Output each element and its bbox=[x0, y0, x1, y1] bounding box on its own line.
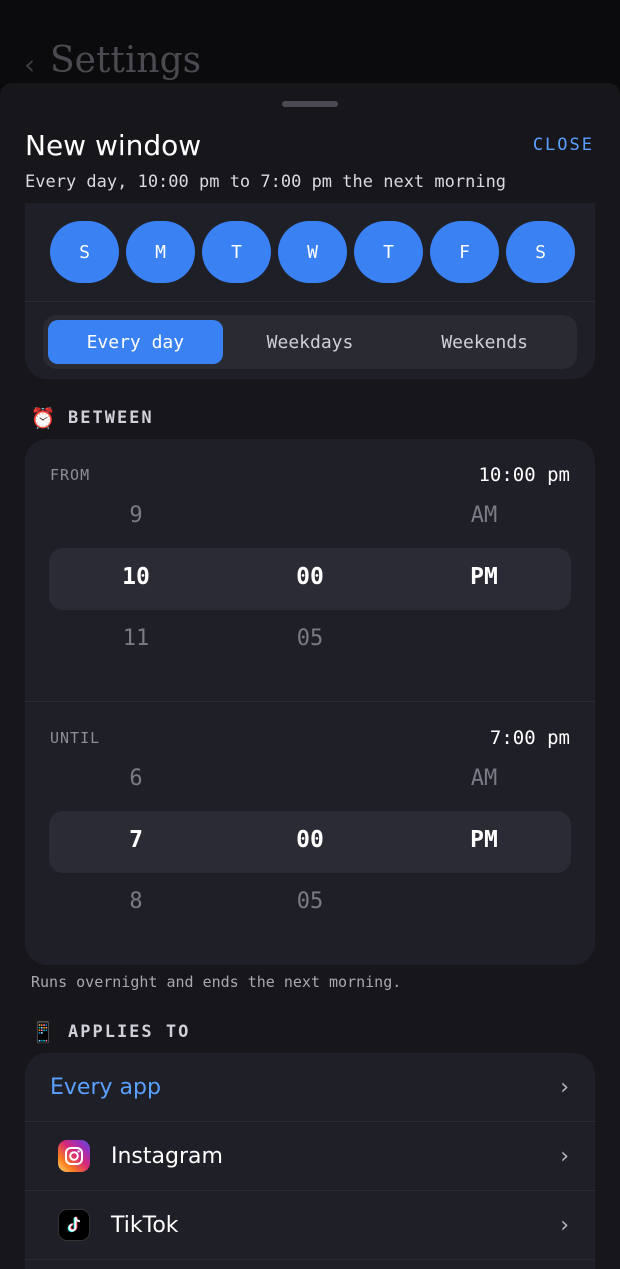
instagram-icon bbox=[58, 1140, 90, 1172]
preset-weekends[interactable]: Weekends bbox=[397, 320, 572, 364]
chevron-right-icon: › bbox=[560, 1212, 569, 1238]
every-app-label: Every app bbox=[50, 1074, 161, 1100]
days-card: S M T W T F S Every day Weekdays Weekend… bbox=[25, 203, 595, 379]
schedule-summary: Every day, 10:00 pm to 7:00 pm the next … bbox=[25, 172, 507, 192]
apps-card: Every app › Instagram › TikTok › bbox=[25, 1053, 595, 1269]
until-value: 7:00 pm bbox=[489, 727, 570, 749]
tiktok-icon bbox=[58, 1209, 90, 1241]
from-ampm-selected[interactable]: PM bbox=[424, 564, 544, 590]
background-screen: ‹ Settings bbox=[0, 0, 620, 90]
new-window-sheet: New window CLOSE Every day, 10:00 pm to … bbox=[0, 83, 620, 1269]
back-chevron-icon: ‹ bbox=[24, 48, 36, 81]
until-ampm-above[interactable]: AM bbox=[424, 766, 544, 791]
until-label: UNTIL bbox=[50, 729, 101, 747]
overnight-note: Runs overnight and ends the next morning… bbox=[31, 973, 402, 991]
from-minute-below[interactable]: 05 bbox=[250, 626, 370, 651]
day-toggle-wednesday[interactable]: W bbox=[278, 221, 347, 283]
applies-to-label: APPLIES TO bbox=[68, 1022, 191, 1042]
between-section-header: ⏰ BETWEEN bbox=[30, 406, 154, 430]
preset-segmented-control: Every day Weekdays Weekends bbox=[43, 315, 577, 369]
divider bbox=[25, 301, 595, 302]
day-selector: S M T W T F S bbox=[50, 221, 575, 283]
chevron-right-icon: › bbox=[560, 1074, 569, 1100]
preset-every-day[interactable]: Every day bbox=[48, 320, 223, 364]
until-hour-above[interactable]: 6 bbox=[76, 766, 196, 791]
sheet-title: New window bbox=[25, 129, 202, 162]
alarm-clock-icon: ⏰ bbox=[30, 406, 56, 430]
from-minute-selected[interactable]: 00 bbox=[250, 564, 370, 590]
from-ampm-above[interactable]: AM bbox=[424, 503, 544, 528]
until-hour-below[interactable]: 8 bbox=[76, 889, 196, 914]
day-toggle-thursday[interactable]: T bbox=[354, 221, 423, 283]
app-row-tiktok[interactable]: TikTok › bbox=[25, 1191, 595, 1259]
until-minute-below[interactable]: 05 bbox=[250, 889, 370, 914]
time-range-card: FROM 10:00 pm 9 AM 10 00 PM 11 05 UNTIL … bbox=[25, 439, 595, 965]
until-hour-selected[interactable]: 7 bbox=[76, 827, 196, 853]
day-toggle-saturday[interactable]: S bbox=[506, 221, 575, 283]
day-toggle-tuesday[interactable]: T bbox=[202, 221, 271, 283]
between-label: BETWEEN bbox=[68, 408, 154, 428]
from-hour-above[interactable]: 9 bbox=[76, 503, 196, 528]
divider bbox=[25, 701, 595, 702]
applies-section-header: 📱 APPLIES TO bbox=[30, 1020, 190, 1044]
from-hour-below[interactable]: 11 bbox=[76, 626, 196, 651]
divider bbox=[25, 1259, 595, 1260]
app-name: Instagram bbox=[111, 1143, 223, 1169]
phone-icon: 📱 bbox=[30, 1020, 56, 1044]
until-ampm-selected[interactable]: PM bbox=[424, 827, 544, 853]
from-label: FROM bbox=[50, 466, 91, 484]
app-name: TikTok bbox=[111, 1212, 179, 1238]
app-row-instagram[interactable]: Instagram › bbox=[25, 1122, 595, 1190]
every-app-row[interactable]: Every app › bbox=[25, 1053, 595, 1121]
background-title: Settings bbox=[50, 40, 202, 81]
from-value: 10:00 pm bbox=[478, 464, 570, 486]
chevron-right-icon: › bbox=[560, 1143, 569, 1169]
day-toggle-monday[interactable]: M bbox=[126, 221, 195, 283]
sheet-grabber[interactable] bbox=[282, 101, 338, 107]
day-toggle-friday[interactable]: F bbox=[430, 221, 499, 283]
from-hour-selected[interactable]: 10 bbox=[76, 564, 196, 590]
preset-weekdays[interactable]: Weekdays bbox=[223, 320, 398, 364]
close-button[interactable]: CLOSE bbox=[533, 135, 594, 155]
day-toggle-sunday[interactable]: S bbox=[50, 221, 119, 283]
until-minute-selected[interactable]: 00 bbox=[250, 827, 370, 853]
